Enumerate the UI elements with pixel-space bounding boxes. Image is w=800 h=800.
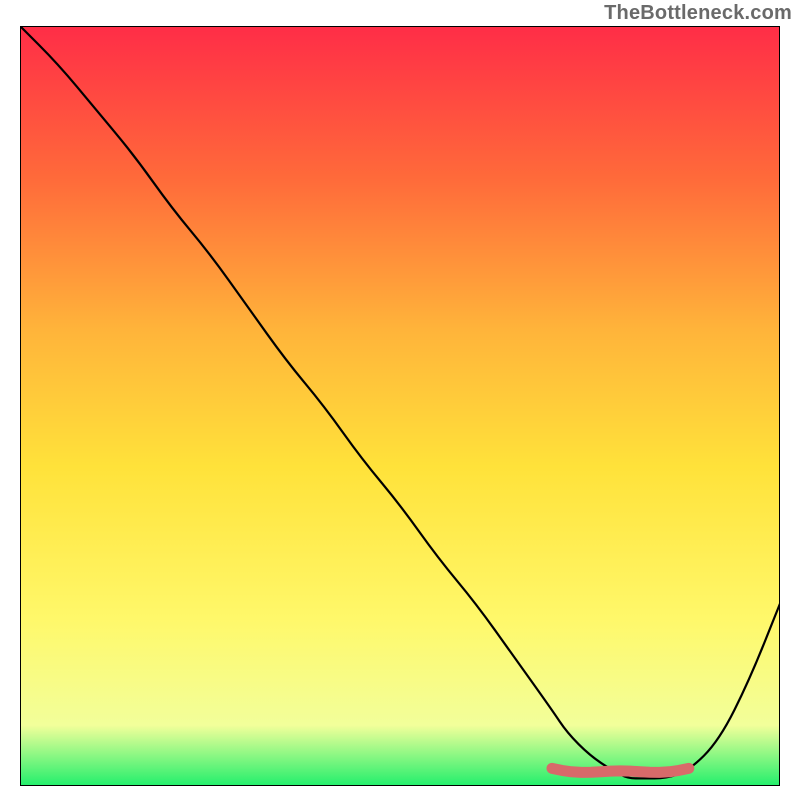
bottleneck-chart: [20, 26, 780, 786]
chart-stage: TheBottleneck.com: [0, 0, 800, 800]
plot-area: [20, 26, 780, 786]
watermark-label: TheBottleneck.com: [604, 2, 792, 25]
gradient-background: [20, 26, 780, 786]
optimal-marker: [552, 768, 689, 772]
